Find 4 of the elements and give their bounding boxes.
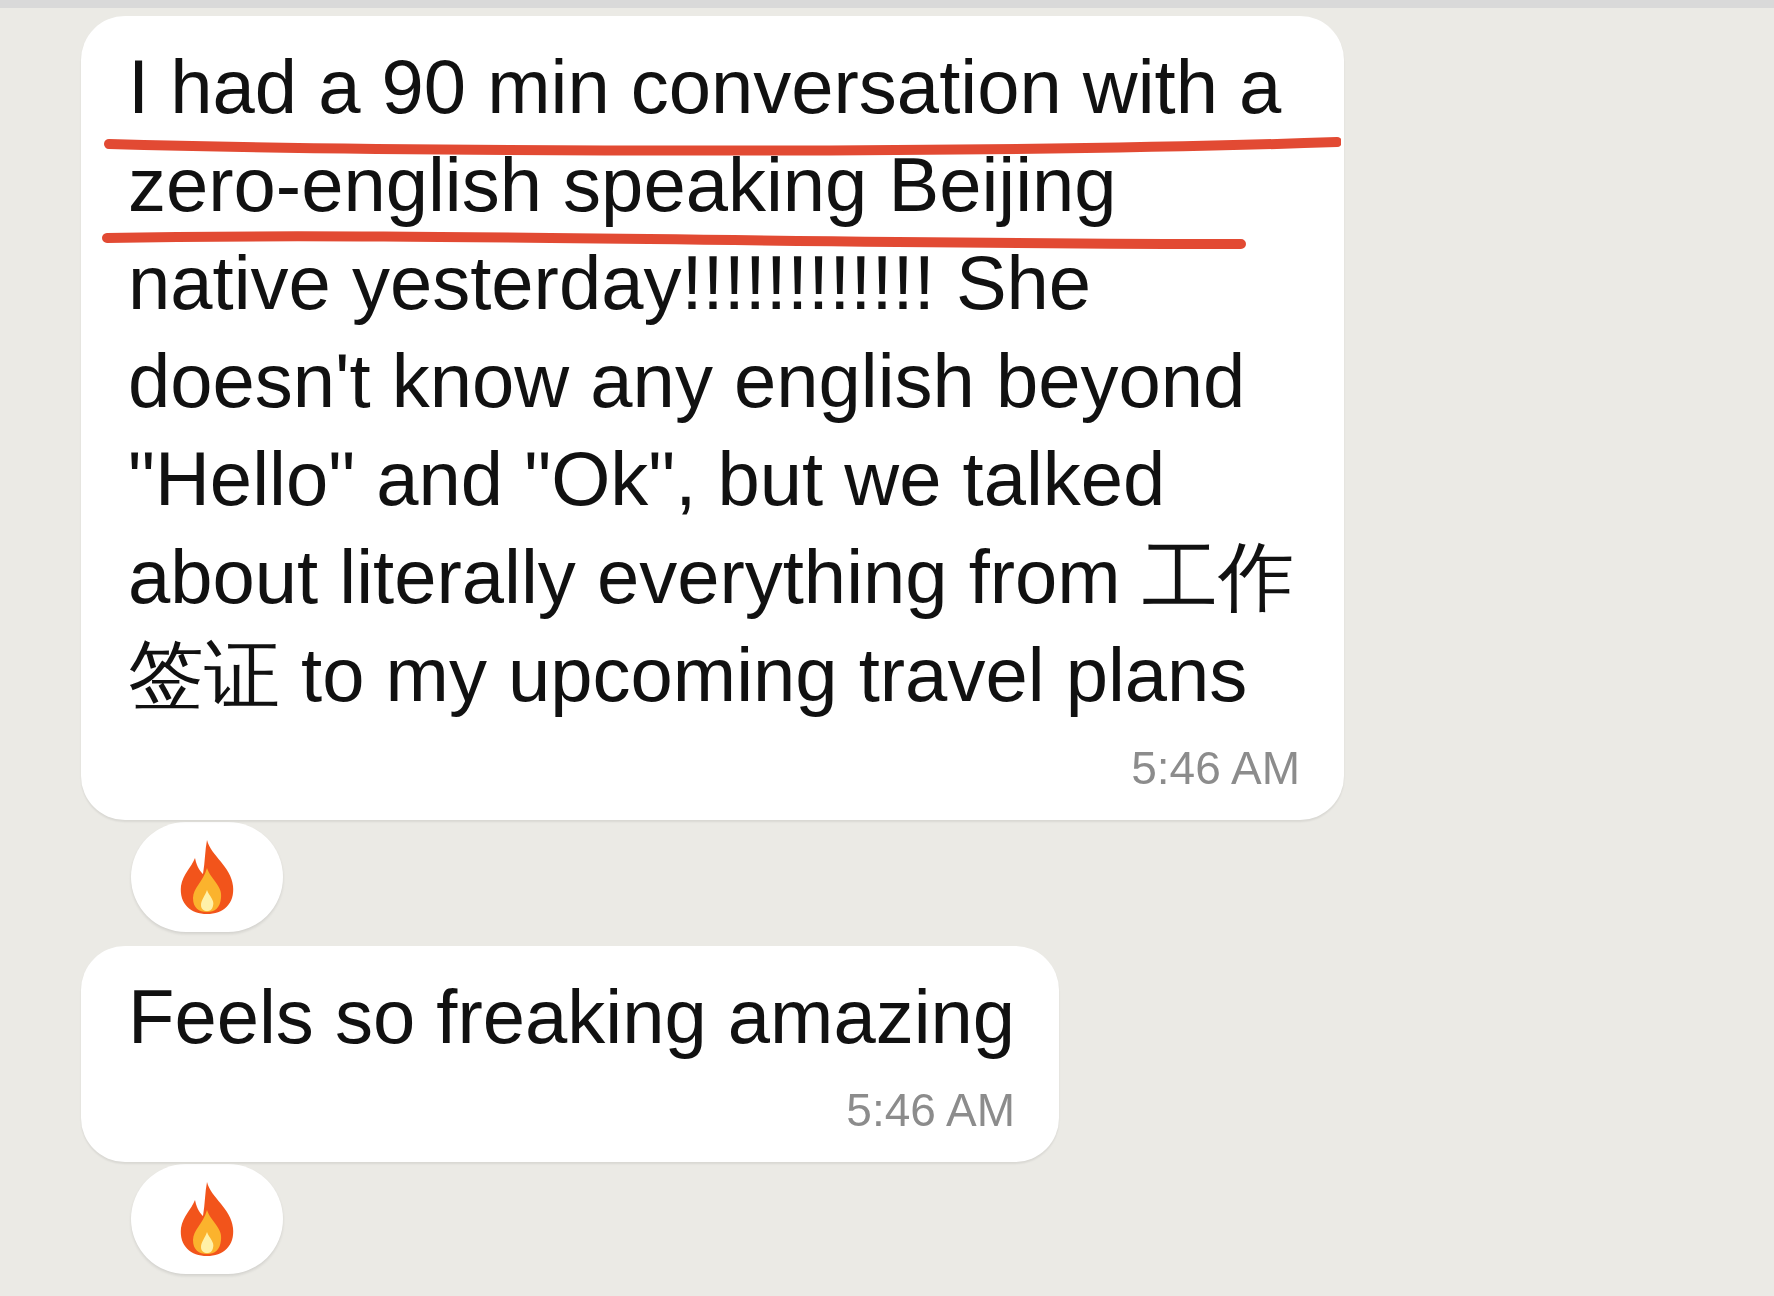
message-time: 5:46 AM — [1131, 741, 1300, 796]
message-time: 5:46 AM — [846, 1083, 1016, 1138]
message-text: Feels so freaking amazing — [128, 973, 1016, 1061]
message-text: I had a 90 min conversation with a zero-english speaking Beijing native yesterday!!!!!!!!!!!! She doesn't know any english beyond "Hello" and "Ok", but we talked about literally everything from 工作签证 to my upcoming travel plans — [128, 43, 1295, 719]
